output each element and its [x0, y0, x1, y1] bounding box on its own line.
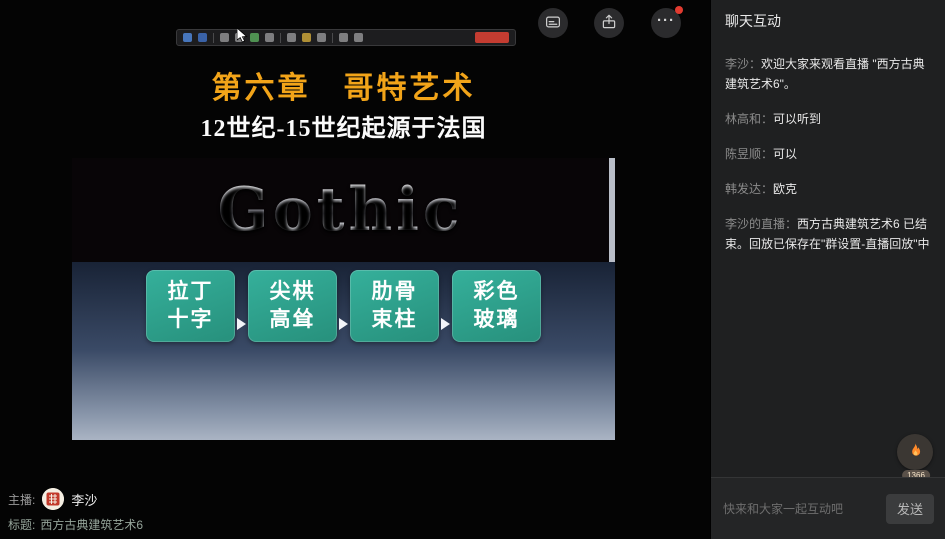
chat-message-author: 陈昱顺： [725, 147, 773, 161]
chat-message: 林高和：可以听到 [725, 109, 933, 129]
arrow-right-icon [441, 318, 450, 330]
slide-image: Gothic 拉丁 十字 尖栱 高耸 肋骨 束柱 [72, 158, 615, 440]
toolbar-icon[interactable] [220, 33, 229, 42]
send-button[interactable]: 发送 [886, 494, 934, 524]
arrow-right-icon [339, 318, 348, 330]
host-avatar [42, 488, 64, 510]
arrow-right-icon [237, 318, 246, 330]
toolbar-icon[interactable] [317, 33, 326, 42]
host-row: 主播: 李沙 [8, 487, 143, 511]
toolbar-separator [280, 33, 281, 43]
toolbar-icon[interactable] [198, 33, 207, 42]
flow-box: 肋骨 束柱 [350, 270, 439, 342]
chat-message: 韩发达：欧克 [725, 179, 933, 199]
chat-message-text: 可以听到 [773, 112, 821, 126]
live-stage: ··· 第六章 哥特艺术 12世纪-15世纪起源于法国 Gothic 拉丁 十字 [0, 0, 710, 539]
slide-subtitle: 12世纪-15世纪起源于法国 [72, 114, 615, 144]
chat-panel-title: 聊天互动 [711, 0, 945, 39]
stop-presentation-button[interactable] [475, 32, 509, 43]
share-button[interactable] [594, 8, 624, 38]
like-widget: 1366 [897, 434, 935, 476]
app-window: ··· 第六章 哥特艺术 12世纪-15世纪起源于法国 Gothic 拉丁 十字 [0, 0, 945, 539]
captions-icon [544, 13, 562, 34]
flow-box-line: 尖栱 [248, 278, 337, 306]
gothic-word: Gothic [218, 175, 464, 245]
toolbar-separator [332, 33, 333, 43]
flame-icon [906, 442, 924, 463]
flow-box: 拉丁 十字 [146, 270, 235, 342]
stream-title-row: 标题: 西方古典建筑艺术6 [8, 516, 143, 533]
host-label: 主播: [8, 491, 35, 508]
toolbar-separator [213, 33, 214, 43]
chat-message-author: 李沙的直播： [725, 217, 797, 231]
flow-box-line: 束柱 [350, 306, 439, 334]
notification-dot [675, 6, 683, 14]
flow-box-line: 十字 [146, 306, 235, 334]
captions-button[interactable] [538, 8, 568, 38]
flow-box-line: 彩色 [452, 278, 541, 306]
chat-message: 李沙的直播：西方古典建筑艺术6 已结束。回放已保存在"群设置-直播回放"中 [725, 214, 933, 254]
chat-message: 陈昱顺：可以 [725, 144, 933, 164]
slide-title: 第六章 哥特艺术 [72, 70, 615, 108]
chat-message-author: 林高和： [725, 112, 773, 126]
flow-box-line: 拉丁 [146, 278, 235, 306]
chat-input-bar: 发送 [711, 477, 945, 539]
slide: 第六章 哥特艺术 12世纪-15世纪起源于法国 Gothic 拉丁 十字 尖栱 … [72, 58, 615, 440]
share-icon [600, 13, 618, 34]
flow-box-line: 高耸 [248, 306, 337, 334]
toolbar-icon[interactable] [354, 33, 363, 42]
chat-message-author: 韩发达： [725, 182, 773, 196]
like-button[interactable] [897, 434, 933, 470]
toolbar-icon[interactable] [250, 33, 259, 42]
flow-diagram: 拉丁 十字 尖栱 高耸 肋骨 束柱 彩色 [72, 270, 615, 342]
stage-footer: 主播: 李沙 标题: 西方古典建筑艺术6 [8, 487, 143, 533]
flow-box-line: 玻璃 [452, 306, 541, 334]
gothic-banner: Gothic [72, 158, 615, 262]
chat-message-text: 可以 [773, 147, 797, 161]
stream-title-label: 标题: [8, 516, 35, 533]
toolbar-icon[interactable] [265, 33, 274, 42]
stream-title-value: 西方古典建筑艺术6 [40, 516, 143, 533]
more-icon: ··· [657, 13, 675, 34]
chat-message-list: 李沙：欢迎大家来观看直播 "西方古典建筑艺术6"。 林高和：可以听到 陈昱顺：可… [725, 54, 933, 269]
flow-box: 彩色 玻璃 [452, 270, 541, 342]
chat-panel: 聊天互动 李沙：欢迎大家来观看直播 "西方古典建筑艺术6"。 林高和：可以听到 … [710, 0, 945, 539]
chat-message-author: 李沙： [725, 57, 761, 71]
mouse-cursor [237, 28, 248, 48]
toolbar-icon[interactable] [339, 33, 348, 42]
toolbar-icon[interactable] [183, 33, 192, 42]
host-name: 李沙 [71, 490, 97, 509]
chat-input[interactable] [723, 502, 878, 516]
chat-message: 李沙：欢迎大家来观看直播 "西方古典建筑艺术6"。 [725, 54, 933, 94]
presenter-toolbar [176, 29, 516, 46]
flow-box-line: 肋骨 [350, 278, 439, 306]
flow-box: 尖栱 高耸 [248, 270, 337, 342]
toolbar-icon[interactable] [302, 33, 311, 42]
toolbar-icon[interactable] [287, 33, 296, 42]
more-button[interactable]: ··· [651, 8, 681, 38]
chat-message-text: 欧克 [773, 182, 797, 196]
